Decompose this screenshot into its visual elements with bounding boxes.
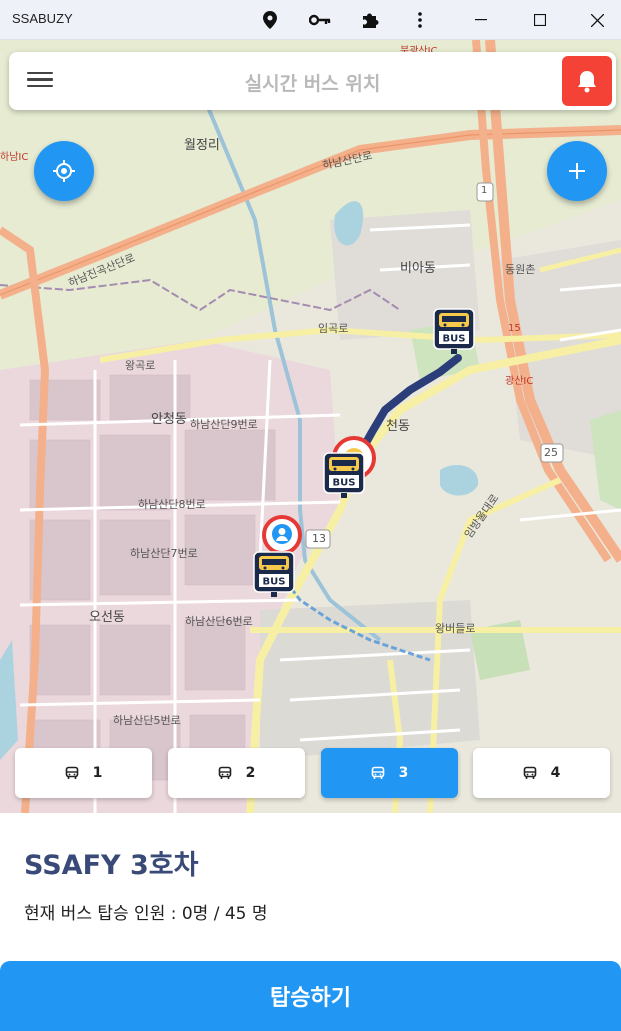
map-label-road-number: 25 <box>544 446 558 459</box>
bus-marker-text: BUS <box>263 577 286 588</box>
bus-icon: BUS <box>323 452 365 498</box>
map-label-road: 하남산단9번로 <box>190 418 258 431</box>
person-icon <box>272 524 292 544</box>
bus-marker[interactable]: BUS <box>323 452 365 498</box>
map-label-ic: 광산IC <box>505 376 534 387</box>
bus-tab-label: 3 <box>398 765 409 781</box>
bus-info-panel: SSAFY 3호차 현재 버스 탑승 인원 : 0명 / 45 명 <box>0 813 621 961</box>
bus-tab-label: 2 <box>245 765 256 781</box>
my-location-button[interactable] <box>34 141 94 201</box>
plus-icon <box>569 163 585 179</box>
maximize-icon[interactable] <box>525 6 555 34</box>
bus-icon: BUS <box>433 308 475 354</box>
map-label-road: 왕곡로 <box>125 359 156 372</box>
map-label-ic: 하남IC <box>0 152 29 163</box>
bus-name: SSAFY 3호차 <box>24 850 199 881</box>
crosshair-icon <box>53 160 75 182</box>
minimize-icon[interactable] <box>466 6 496 34</box>
bus-tab-bar: 1 2 3 4 <box>0 748 621 800</box>
puzzle-extension-icon[interactable] <box>355 6 385 34</box>
alarm-button[interactable] <box>562 56 612 106</box>
bus-marker[interactable]: BUS <box>433 308 475 354</box>
bus-marker-text: BUS <box>443 334 466 345</box>
map-base <box>0 40 621 813</box>
location-pin-icon[interactable] <box>255 6 285 34</box>
map-label-road: 하남산단6번로 <box>185 615 253 628</box>
map-label-road: 임곡로 <box>318 322 349 335</box>
bus-tab-label: 1 <box>92 765 103 781</box>
bus-icon: BUS <box>253 551 295 597</box>
user-location-marker[interactable] <box>262 515 302 555</box>
map-view[interactable]: 월정리 비아동 동원촌 안청동 오선동 천동 하남산단로 하남진곡산단로 임곡로… <box>0 40 621 813</box>
bus-tab-3[interactable]: 3 <box>321 748 458 798</box>
map-label-place: 천동 <box>386 419 410 434</box>
bus-icon <box>218 766 231 779</box>
top-app-bar: 실시간 버스 위치 <box>9 52 616 110</box>
bus-marker-text: BUS <box>333 478 356 489</box>
bus-tab-2[interactable]: 2 <box>168 748 305 798</box>
page-title: 실시간 버스 위치 <box>244 73 381 95</box>
window-title: SSABUZY <box>12 11 73 26</box>
bus-icon <box>371 766 384 779</box>
map-label-road-number: 1 <box>481 185 488 196</box>
map-label-road: 하남산단8번로 <box>138 498 206 511</box>
map-label-place: 안청동 <box>151 412 187 427</box>
passenger-count: 현재 버스 탑승 인원 : 0명 / 45 명 <box>24 904 268 924</box>
map-label-place: 월정리 <box>184 138 220 153</box>
map-label-road: 하남산단7번로 <box>130 547 198 560</box>
bus-icon <box>65 766 78 779</box>
bell-icon <box>578 71 596 93</box>
map-label-place: 비아동 <box>400 261 436 276</box>
bus-marker[interactable]: BUS <box>253 551 295 597</box>
board-button[interactable]: 탑승하기 <box>0 961 621 1031</box>
bus-tab-1[interactable]: 1 <box>15 748 152 798</box>
bus-tab-label: 4 <box>550 765 561 781</box>
map-label-road: 하남산단5번로 <box>113 714 181 727</box>
map-label-place: 동원촌 <box>505 263 536 276</box>
map-label-road: 왕버들로 <box>435 622 476 635</box>
bus-tab-4[interactable]: 4 <box>473 748 610 798</box>
key-icon[interactable] <box>305 6 335 34</box>
window-title-bar: SSABUZY <box>0 0 621 40</box>
bus-icon <box>523 766 536 779</box>
map-label-place: 오선동 <box>89 610 125 625</box>
map-label-road-number: 15 <box>508 323 521 334</box>
map-label-road-number: 13 <box>312 532 326 545</box>
add-button[interactable] <box>547 141 607 201</box>
more-vert-icon[interactable] <box>405 6 435 34</box>
close-icon[interactable] <box>582 6 612 34</box>
